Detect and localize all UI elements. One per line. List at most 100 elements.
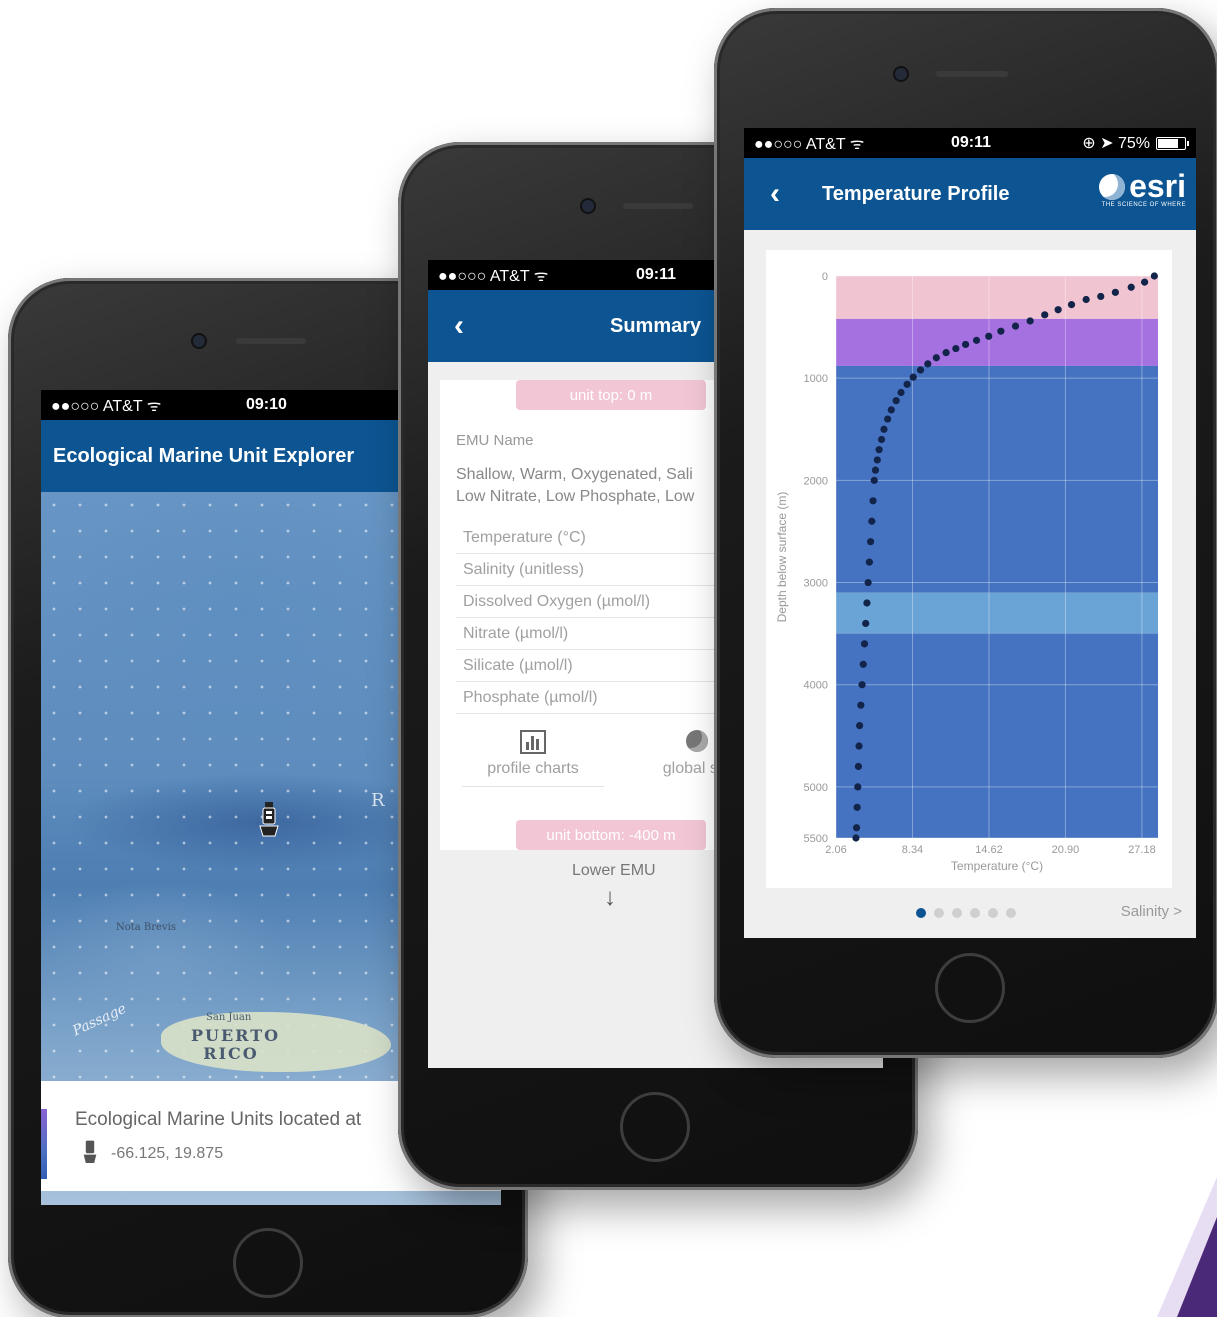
data-point[interactable]	[903, 380, 911, 388]
data-point[interactable]	[1141, 278, 1149, 286]
page-dot[interactable]	[934, 908, 944, 918]
data-point[interactable]	[865, 558, 873, 566]
data-point[interactable]	[859, 660, 867, 668]
data-point[interactable]	[869, 497, 877, 505]
app-title: Ecological Marine Unit Explorer	[53, 444, 355, 467]
data-point[interactable]	[852, 834, 860, 842]
row-phosphate[interactable]: Phosphate (µmol/l)	[456, 682, 746, 714]
data-point[interactable]	[1150, 272, 1158, 280]
data-point[interactable]	[863, 599, 871, 607]
home-button[interactable]	[620, 1092, 690, 1162]
clock: 09:10	[246, 396, 287, 413]
page-dot[interactable]	[916, 908, 926, 918]
data-point[interactable]	[856, 722, 864, 730]
x-tick-label: 2.06	[825, 844, 846, 856]
data-point[interactable]	[897, 388, 905, 397]
row-salinity[interactable]: Salinity (unitless)	[456, 554, 746, 586]
temperature-profile-chart[interactable]: 01000200030004000500055002.06 8.34 14.62 20…	[766, 250, 1172, 888]
data-point[interactable]	[1041, 311, 1049, 319]
data-point[interactable]	[985, 332, 993, 340]
data-point[interactable]	[997, 327, 1005, 335]
page-dot[interactable]	[988, 908, 998, 918]
data-point[interactable]	[892, 397, 900, 405]
status-right: ⊕ ➤ 75%	[1082, 133, 1189, 153]
emu-name-label: EMU Name	[456, 432, 534, 449]
data-point[interactable]	[942, 349, 950, 357]
home-button[interactable]	[233, 1228, 303, 1298]
carrier-label: ●●○○○ AT&T ᯤ	[51, 398, 162, 415]
info-heading: Ecological Marine Units located at	[75, 1109, 362, 1130]
data-point[interactable]	[858, 681, 866, 689]
decorative-corner-shape	[1157, 1177, 1217, 1317]
data-point[interactable]	[853, 803, 861, 811]
data-point[interactable]	[1082, 295, 1090, 304]
arrow-down-icon[interactable]: ↓	[604, 884, 616, 912]
data-point[interactable]	[854, 783, 862, 791]
data-point[interactable]	[1011, 322, 1020, 330]
profile-charts-button[interactable]: profile charts	[462, 730, 604, 787]
data-point[interactable]	[884, 415, 892, 423]
carrier-label: ●●○○○ AT&T ᯤ	[438, 268, 549, 285]
data-point[interactable]	[909, 373, 917, 381]
data-point[interactable]	[860, 640, 869, 648]
page-dot[interactable]	[1006, 908, 1016, 918]
data-point[interactable]	[887, 406, 895, 414]
data-point[interactable]	[972, 336, 981, 344]
temperature-profile-card: 0 1000 2000 3000 4000 5000 5500 2.06 8.34 14.62 20…	[766, 250, 1172, 888]
data-point[interactable]	[864, 578, 872, 587]
y-tick-label: 5000	[804, 782, 828, 794]
page-indicator[interactable]	[916, 908, 1016, 918]
map-label-puerto-rico: PUERTO RICO	[191, 1026, 281, 1063]
map-label-trench: R	[371, 790, 385, 811]
back-chevron-icon[interactable]: ‹	[770, 179, 780, 209]
data-point[interactable]	[871, 466, 880, 474]
data-point[interactable]	[854, 762, 863, 771]
data-point[interactable]	[870, 476, 878, 484]
map-label-seamount: Nota Brevis	[116, 922, 176, 933]
data-point[interactable]	[862, 619, 870, 628]
data-point[interactable]	[1054, 306, 1062, 314]
data-point[interactable]	[868, 517, 876, 525]
data-point[interactable]	[1026, 317, 1034, 325]
buoy-marker-icon[interactable]	[259, 802, 279, 840]
y-axis-label: Depth below surface (m)	[775, 492, 789, 623]
data-point[interactable]	[875, 446, 883, 454]
bar-chart-icon	[520, 730, 546, 754]
page-dot[interactable]	[970, 908, 980, 918]
data-point[interactable]	[866, 538, 875, 546]
row-nitrate[interactable]: Nitrate (µmol/l)	[456, 618, 746, 650]
data-point[interactable]	[961, 340, 970, 349]
data-point[interactable]	[855, 742, 863, 750]
back-chevron-icon[interactable]: ‹	[454, 311, 464, 341]
data-point[interactable]	[857, 701, 865, 709]
profile-charts-label: profile charts	[487, 760, 579, 777]
row-silicate[interactable]: Silicate (µmol/l)	[456, 650, 746, 682]
data-point[interactable]	[916, 366, 925, 374]
data-point[interactable]	[1127, 283, 1135, 291]
earpiece-speaker	[236, 338, 306, 344]
esri-wordmark: esri	[1129, 168, 1186, 204]
row-temperature[interactable]: Temperature (°C)	[456, 522, 746, 554]
data-point[interactable]	[852, 824, 861, 832]
home-button[interactable]	[935, 953, 1005, 1023]
next-salinity-link[interactable]: Salinity >	[1121, 903, 1182, 920]
data-point[interactable]	[877, 435, 886, 444]
data-point[interactable]	[952, 344, 960, 353]
earpiece-speaker	[936, 71, 1008, 77]
battery-level	[1158, 138, 1178, 148]
x-tick-label: 27.18	[1128, 844, 1156, 856]
lower-emu-label[interactable]: Lower EMU	[572, 862, 656, 880]
globe-icon	[686, 730, 708, 752]
front-camera	[582, 200, 594, 212]
data-point[interactable]	[932, 354, 940, 362]
page-dot[interactable]	[952, 908, 962, 918]
row-dissolved-oxygen[interactable]: Dissolved Oxygen (µmol/l)	[456, 586, 746, 618]
data-point[interactable]	[880, 425, 888, 433]
data-point[interactable]	[873, 456, 881, 464]
data-point[interactable]	[1111, 288, 1119, 296]
data-point[interactable]	[1067, 301, 1076, 309]
data-point[interactable]	[924, 360, 932, 368]
esri-globe-icon	[1098, 173, 1125, 200]
chart-area: 0 1000 2000 3000 4000 5000 5500 2.06 8.34 14.62 20…	[744, 230, 1196, 938]
data-point[interactable]	[1097, 292, 1105, 301]
